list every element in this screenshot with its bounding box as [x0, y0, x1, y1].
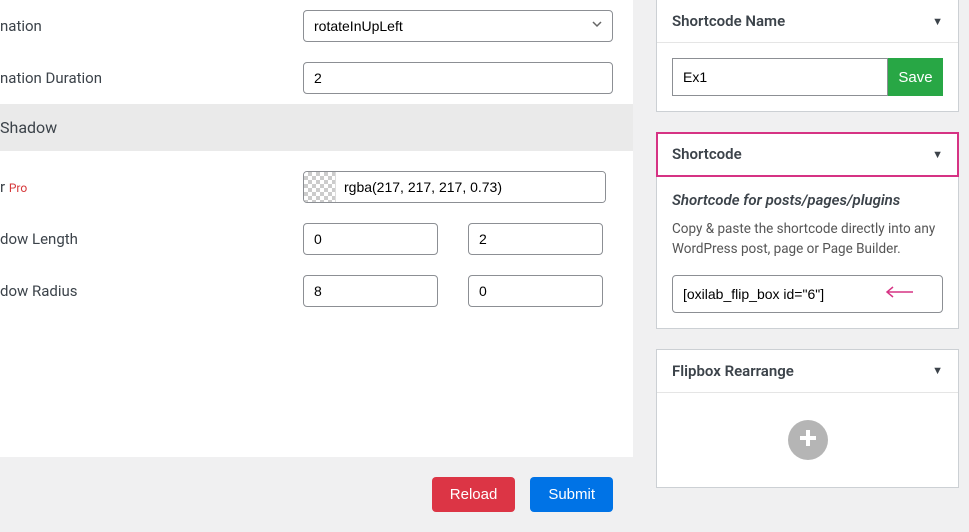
submit-button[interactable]: Submit [530, 477, 613, 512]
save-button[interactable]: Save [888, 58, 943, 96]
shortcode-output-input[interactable] [672, 275, 943, 313]
animation-duration-row: nation Duration [0, 52, 633, 104]
shadow-length-label: dow Length [0, 230, 303, 248]
caret-down-icon: ▼ [932, 364, 943, 377]
shadow-length-row: dow Length [0, 213, 633, 265]
shortcode-name-body: Save [657, 43, 958, 111]
shortcode-name-input[interactable] [672, 58, 888, 96]
caret-down-icon: ▼ [932, 148, 943, 161]
shadow-radius-spread-input[interactable] [468, 275, 603, 307]
color-swatch-icon[interactable] [304, 172, 336, 202]
shortcode-title: Shortcode [672, 145, 742, 163]
animation-row: nation rotateInUpLeft [0, 0, 633, 52]
shadow-color-row: r Pro [0, 151, 633, 213]
shortcode-card: Shortcode ▼ Shortcode for posts/pages/pl… [656, 132, 959, 329]
animation-select-wrap: rotateInUpLeft [303, 10, 613, 42]
shortcode-sublabel: Shortcode for posts/pages/plugins [672, 191, 943, 209]
shadow-section-header: Shadow [0, 104, 633, 151]
shadow-length-x-input[interactable] [303, 223, 438, 255]
pro-badge: Pro [9, 181, 27, 195]
shadow-radius-row: dow Radius [0, 265, 633, 317]
animation-select[interactable]: rotateInUpLeft [303, 10, 613, 42]
flipbox-rearrange-card: Flipbox Rearrange ▼ [656, 349, 959, 488]
sidebar: Shortcode Name ▼ Save Shortcode ▼ Shortc… [656, 0, 959, 508]
animation-label: nation [0, 17, 303, 35]
shortcode-input-wrap [672, 275, 943, 313]
shortcode-header[interactable]: Shortcode ▼ [657, 133, 958, 176]
shortcode-name-row: Save [672, 58, 943, 96]
shortcode-name-header[interactable]: Shortcode Name ▼ [657, 0, 958, 43]
shadow-color-input-wrap [303, 171, 606, 203]
shadow-color-input[interactable] [336, 172, 605, 202]
shadow-length-y-input[interactable] [468, 223, 603, 255]
plus-icon [797, 427, 819, 453]
form-buttons-row: Reload Submit [0, 457, 633, 532]
shadow-radius-blur-input[interactable] [303, 275, 438, 307]
caret-down-icon: ▼ [932, 15, 943, 28]
flipbox-rearrange-title: Flipbox Rearrange [672, 362, 794, 380]
reload-button[interactable]: Reload [432, 477, 516, 512]
add-flipbox-button[interactable] [788, 420, 828, 460]
shadow-radius-label: dow Radius [0, 282, 303, 300]
flipbox-rearrange-body [657, 393, 958, 487]
shortcode-description: Copy & paste the shortcode directly into… [672, 219, 943, 260]
flipbox-rearrange-header[interactable]: Flipbox Rearrange ▼ [657, 350, 958, 393]
shortcode-name-card: Shortcode Name ▼ Save [656, 0, 959, 112]
animation-duration-label: nation Duration [0, 69, 303, 87]
shortcode-body: Shortcode for posts/pages/plugins Copy &… [657, 176, 958, 328]
shortcode-name-title: Shortcode Name [672, 12, 785, 30]
main-settings-panel: nation rotateInUpLeft nation Duration Sh… [0, 0, 633, 532]
shadow-color-label: r Pro [0, 178, 303, 196]
animation-duration-input[interactable] [303, 62, 613, 94]
